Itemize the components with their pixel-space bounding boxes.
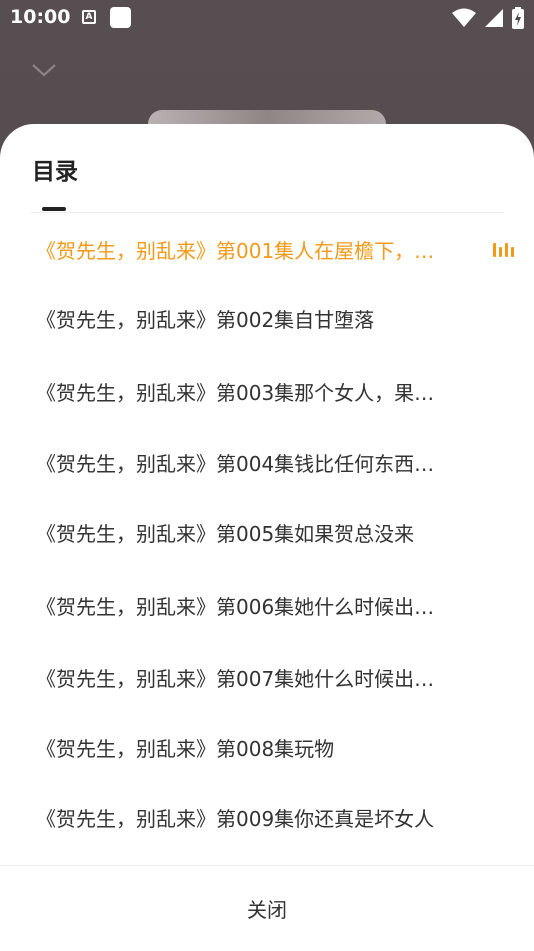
episode-title: 《贺先生，别乱来》第008集玩物 (36, 736, 335, 761)
episode-item-003[interactable]: 《贺先生，别乱来》第003集那个女人，果… (36, 366, 506, 416)
sheet-title: 目录 (32, 159, 78, 185)
episode-item-004[interactable]: 《贺先生，别乱来》第004集钱比任何东西… (36, 437, 506, 487)
wifi-icon (452, 8, 476, 32)
divider (30, 212, 504, 213)
episode-title: 《贺先生，别乱来》第006集她什么时候出… (36, 594, 435, 619)
signal-icon (484, 8, 504, 32)
close-button[interactable]: 关闭 (0, 866, 534, 951)
tab-indicator (42, 207, 66, 211)
episode-item-001[interactable]: 《贺先生，别乱来》第001集人在屋檐下，… (36, 224, 514, 274)
battery-icon (512, 7, 524, 33)
episode-title: 《贺先生，别乱来》第001集人在屋檐下，… (36, 238, 435, 263)
episode-title: 《贺先生，别乱来》第003集那个女人，果… (36, 380, 435, 405)
episode-item-002[interactable]: 《贺先生，别乱来》第002集自甘堕落 (36, 293, 506, 343)
episode-item-007[interactable]: 《贺先生，别乱来》第007集她什么时候出… (36, 652, 506, 702)
status-time: 10:00 (10, 6, 71, 28)
episode-title: 《贺先生，别乱来》第002集自甘堕落 (36, 307, 375, 332)
episode-title: 《贺先生，别乱来》第007集她什么时候出… (36, 666, 435, 691)
notification-a-icon: A (82, 10, 96, 24)
notification-square-icon (110, 7, 131, 28)
episode-sheet: 目录 《贺先生，别乱来》第001集人在屋檐下，… 《贺先生，别乱来》第002集自… (0, 124, 534, 951)
now-playing-icon (493, 241, 514, 257)
episode-title: 《贺先生，别乱来》第004集钱比任何东西… (36, 451, 435, 476)
episode-title: 《贺先生，别乱来》第009集你还真是坏女人 (36, 806, 435, 831)
status-bar: 10:00 A (0, 0, 534, 36)
chevron-down-icon[interactable] (30, 62, 58, 82)
episode-item-005[interactable]: 《贺先生，别乱来》第005集如果贺总没来 (36, 507, 506, 557)
episode-item-008[interactable]: 《贺先生，别乱来》第008集玩物 (36, 722, 506, 772)
episode-item-006[interactable]: 《贺先生，别乱来》第006集她什么时候出… (36, 580, 506, 630)
episode-title: 《贺先生，别乱来》第005集如果贺总没来 (36, 521, 415, 546)
episode-item-009[interactable]: 《贺先生，别乱来》第009集你还真是坏女人 (36, 792, 506, 842)
